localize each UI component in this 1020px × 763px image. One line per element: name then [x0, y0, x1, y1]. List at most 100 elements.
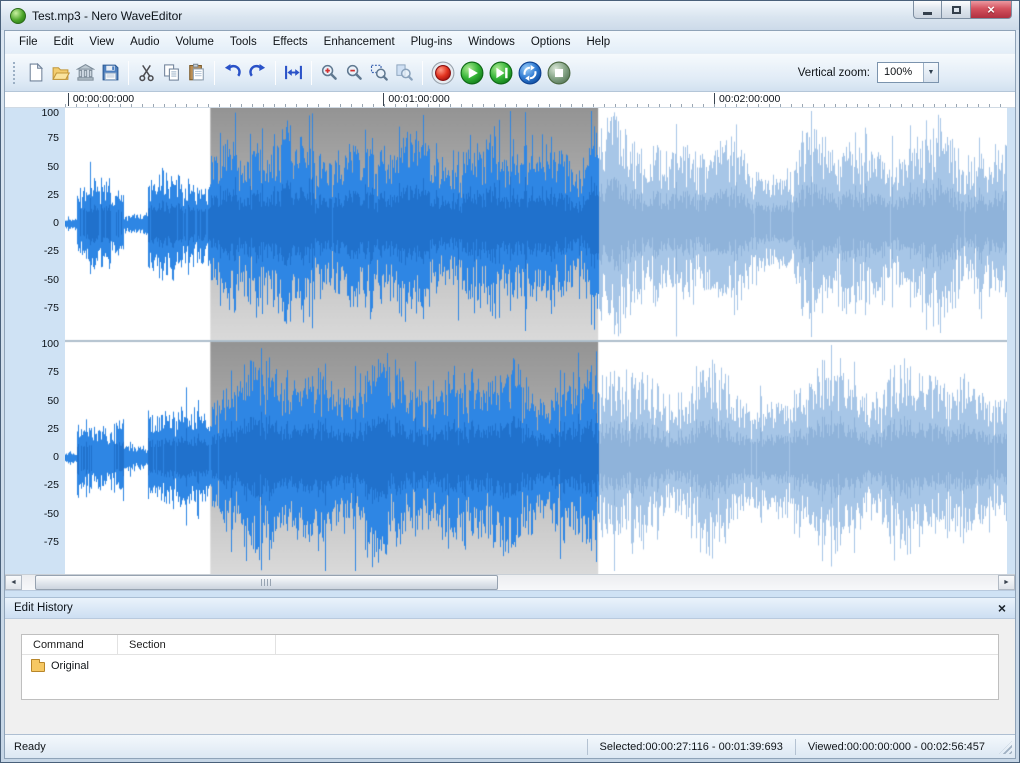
status-viewed-range: Viewed:00:00:00:000 - 00:02:56:457 [795, 739, 997, 755]
edit-history-body: Command Section Original [5, 619, 1015, 734]
status-ready: Ready [14, 741, 587, 753]
axis-label: 0 [15, 218, 59, 229]
close-button[interactable]: × [970, 1, 1012, 19]
menu-item-options[interactable]: Options [523, 31, 579, 53]
history-table-header: Command Section [22, 635, 998, 655]
menu-item-volume[interactable]: Volume [168, 31, 222, 53]
menu-item-enhancement[interactable]: Enhancement [316, 31, 403, 53]
cut-button[interactable] [134, 60, 159, 86]
undo-button[interactable] [220, 60, 245, 86]
ruler-time-label: 00:02:00:000 [714, 93, 780, 106]
paste-clipboard-icon [187, 63, 206, 82]
copy-icon [162, 63, 181, 82]
menu-item-plugins[interactable]: Plug-ins [403, 31, 461, 53]
zoom-out-icon [345, 63, 364, 82]
scroll-left-button[interactable]: ◄ [5, 575, 22, 590]
zoom-out-button[interactable] [342, 60, 367, 86]
toolbar-grip[interactable] [13, 62, 17, 84]
record-icon [431, 61, 455, 85]
window-controls: × [913, 1, 1012, 19]
history-table: Command Section Original [21, 634, 999, 700]
scrollbar-thumb[interactable] [35, 575, 499, 590]
maximize-button[interactable] [942, 1, 970, 19]
ruler-time-label: 00:01:00:000 [383, 93, 449, 106]
edit-history-title: Edit History [14, 602, 73, 614]
window-title: Test.mp3 - Nero WaveEditor [32, 9, 182, 23]
axis-label: 25 [15, 190, 59, 201]
open-file-button[interactable] [48, 60, 73, 86]
zoom-to-selection-button[interactable] [367, 60, 392, 86]
history-row-original[interactable]: Original [22, 655, 998, 676]
play-selection-icon [489, 61, 513, 85]
resize-grip[interactable] [999, 741, 1012, 754]
menu-item-edit[interactable]: Edit [46, 31, 82, 53]
menu-bar: File Edit View Audio Volume Tools Effect… [5, 31, 1015, 54]
axis-label: 50 [15, 396, 59, 407]
new-document-button[interactable] [23, 60, 48, 86]
axis-label: 0 [15, 452, 59, 463]
menu-item-windows[interactable]: Windows [460, 31, 523, 53]
ruler-scale: 00:00:00:000 00:01:00:000 00:02:00:000 [65, 92, 1007, 107]
axis-label: 75 [15, 133, 59, 144]
loop-playback-button[interactable] [515, 60, 544, 86]
folder-icon [31, 662, 45, 672]
menu-item-tools[interactable]: Tools [222, 31, 265, 53]
record-button[interactable] [428, 60, 457, 86]
scroll-left-icon: ◄ [10, 579, 17, 586]
column-header-section[interactable]: Section [118, 635, 276, 654]
axis-label: -75 [15, 537, 59, 548]
axis-label: 50 [15, 162, 59, 173]
axis-label: -50 [15, 509, 59, 520]
nero-app-icon [10, 8, 26, 24]
horizontal-scrollbar: ◄ ► [5, 574, 1015, 590]
maximize-icon [952, 6, 961, 14]
time-ruler[interactable]: 00:00:00:000 00:01:00:000 00:02:00:000 [5, 92, 1015, 108]
menu-item-view[interactable]: View [81, 31, 122, 53]
toolbar-separator [214, 61, 215, 85]
zoom-in-icon [320, 63, 339, 82]
paste-button[interactable] [184, 60, 209, 86]
axis-label: -25 [15, 246, 59, 257]
redo-button[interactable] [245, 60, 270, 86]
vertical-zoom-select[interactable]: 100% ▼ [877, 62, 939, 83]
play-button[interactable] [457, 60, 486, 86]
axis-label: -25 [15, 480, 59, 491]
library-building-icon [76, 63, 95, 82]
zoom-in-button[interactable] [317, 60, 342, 86]
edit-history-header[interactable]: Edit History × [5, 597, 1015, 619]
waveform-area: 1007550250-25-50-751007550250-25-50-75 [5, 108, 1015, 574]
axis-label: 75 [15, 367, 59, 378]
cut-scissors-icon [137, 63, 156, 82]
column-header-command[interactable]: Command [22, 635, 118, 654]
axis-label: 100 [15, 339, 59, 350]
stop-button[interactable] [544, 60, 573, 86]
panel-close-button[interactable]: × [998, 601, 1006, 615]
audio-library-button[interactable] [73, 60, 98, 86]
scrollbar-grip-icon [261, 579, 271, 586]
axis-label: -50 [15, 275, 59, 286]
scroll-right-button[interactable]: ► [998, 575, 1015, 590]
menu-item-audio[interactable]: Audio [122, 31, 167, 53]
ruler-time-label: 00:00:00:000 [68, 93, 134, 106]
minimize-button[interactable] [913, 1, 942, 19]
menu-item-help[interactable]: Help [579, 31, 619, 53]
chevron-down-icon[interactable]: ▼ [923, 63, 938, 82]
save-button[interactable] [98, 60, 123, 86]
waveform-canvas[interactable] [65, 108, 1007, 574]
title-bar[interactable]: Test.mp3 - Nero WaveEditor × [1, 1, 1019, 30]
play-icon [460, 61, 484, 85]
divider-band [5, 590, 1015, 597]
menu-item-effects[interactable]: Effects [265, 31, 316, 53]
play-selection-button[interactable] [486, 60, 515, 86]
history-row-label: Original [51, 660, 89, 672]
zoom-document-icon [395, 63, 414, 82]
vertical-zoom-value: 100% [878, 63, 923, 82]
copy-button[interactable] [159, 60, 184, 86]
fit-to-window-button[interactable] [281, 60, 306, 86]
scroll-right-icon: ► [1003, 579, 1010, 586]
menu-item-file[interactable]: File [11, 31, 46, 53]
zoom-document-button[interactable] [392, 60, 417, 86]
right-margin-strip [1007, 108, 1015, 574]
toolbar-separator [422, 61, 423, 85]
scrollbar-track[interactable] [22, 575, 998, 590]
